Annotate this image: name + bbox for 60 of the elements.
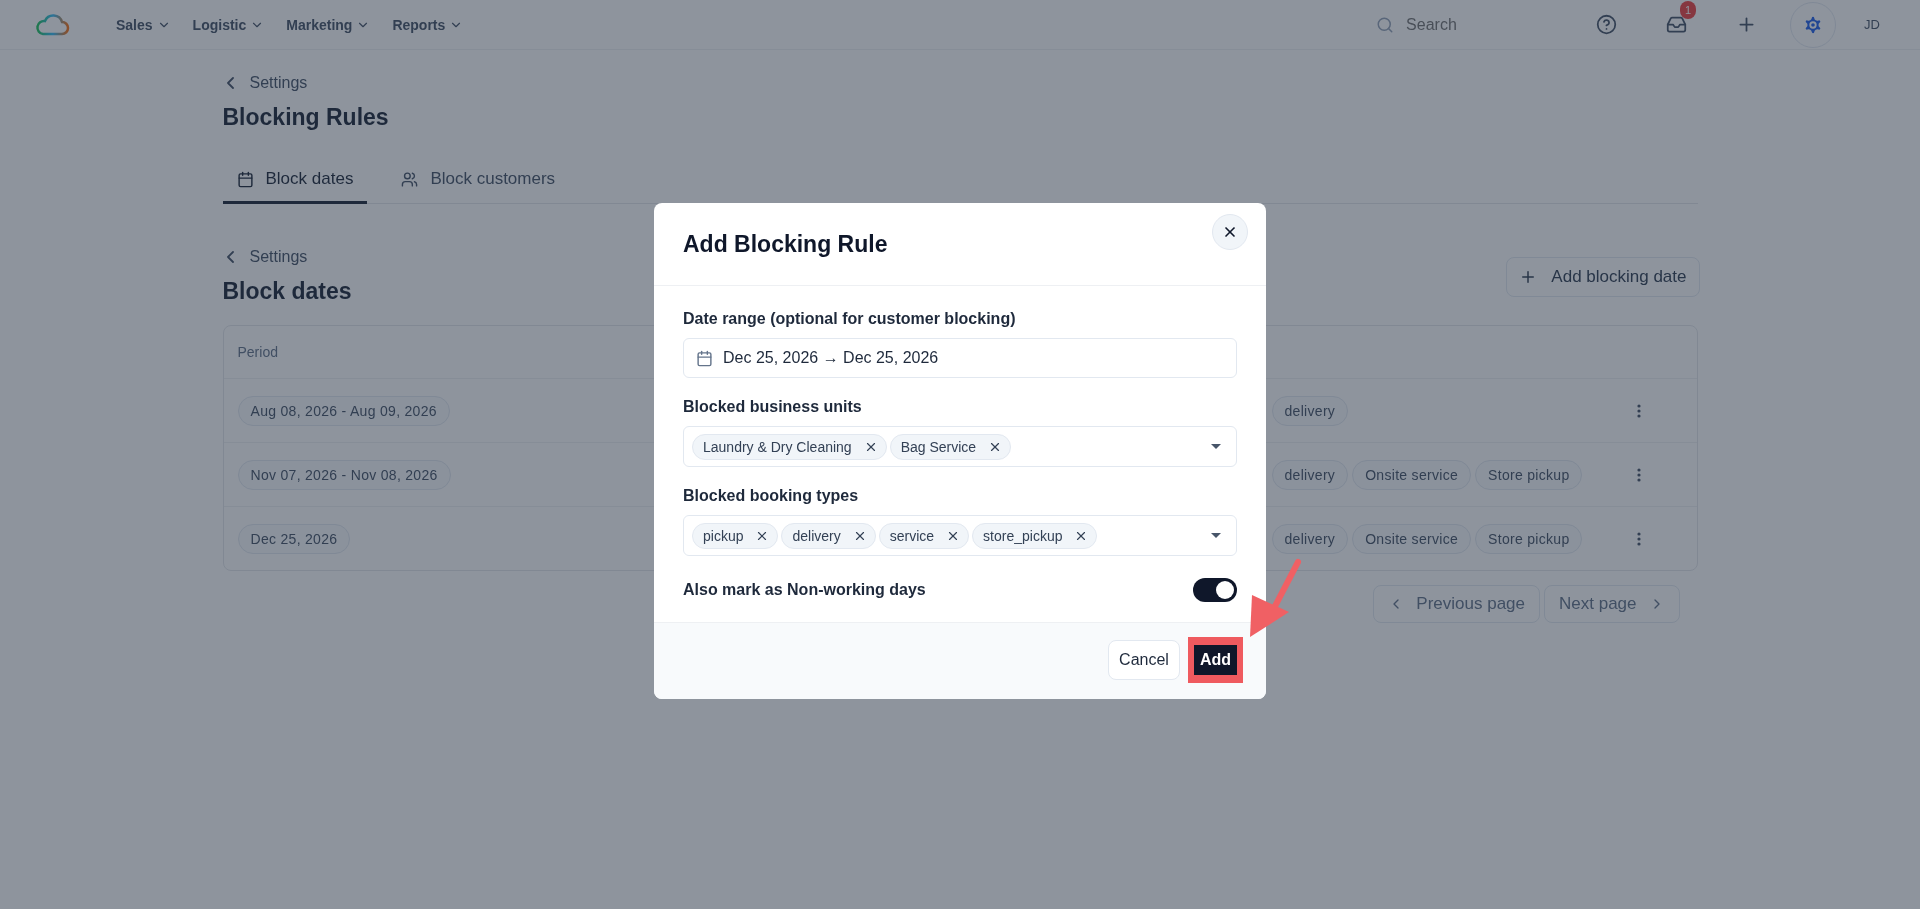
close-icon	[1222, 224, 1238, 240]
booking-type-chip: Onsite service	[1352, 459, 1472, 490]
search-icon	[1376, 15, 1395, 34]
previous-page-button[interactable]: Previous page	[1373, 585, 1540, 623]
nav-menu[interactable]: Logistic	[192, 16, 265, 33]
add-button[interactable]: Add	[1193, 645, 1237, 675]
period-chip: Nov 07, 2026 - Nov 08, 2026	[237, 459, 451, 490]
booking-type-chip: Onsite service	[1352, 523, 1472, 554]
notification-badge: 1	[1680, 0, 1697, 19]
selected-tag[interactable]: store_pickup	[972, 522, 1098, 549]
toggle-label: Also mark as Non-working days	[683, 581, 926, 599]
multi-select-field[interactable]: pickup delivery service store_pickup	[683, 515, 1237, 556]
inbox-icon	[1665, 14, 1687, 35]
period-chip: Aug 08, 2026 - Aug 09, 2026	[237, 395, 450, 426]
calendar-icon	[696, 349, 713, 367]
booking-type-chip: delivery	[1271, 459, 1349, 490]
user-initials[interactable]: JD	[1864, 17, 1880, 32]
chevron-left-icon	[226, 77, 234, 89]
multi-select-field[interactable]: Laundry & Dry Cleaning Bag Service	[683, 426, 1237, 467]
nav-menu[interactable]: Reports	[392, 16, 464, 33]
column-header: Period	[237, 344, 278, 360]
page-title: Blocking Rules	[222, 104, 390, 131]
kebab-icon	[1636, 403, 1641, 418]
dropdown-caret-icon	[1210, 531, 1222, 540]
booking-type-chip: delivery	[1271, 395, 1349, 426]
back-link[interactable]: Settings	[222, 248, 352, 266]
users-icon	[401, 170, 419, 188]
nav-menu[interactable]: Marketing	[286, 16, 371, 33]
dropdown-caret-icon	[1210, 442, 1222, 451]
dialog-title: Add Blocking Rule	[683, 230, 888, 258]
search-field[interactable]: Search	[1404, 14, 1539, 35]
chevron-left-icon	[226, 251, 234, 263]
toggle-switch[interactable]	[1193, 578, 1237, 602]
selected-tag[interactable]: Laundry & Dry Cleaning	[692, 433, 887, 460]
kebab-icon	[1636, 467, 1641, 482]
selected-tag[interactable]: pickup	[692, 522, 779, 549]
help-icon	[1595, 14, 1617, 35]
selected-tag[interactable]: delivery	[781, 522, 876, 549]
nav-menu[interactable]: Sales	[116, 16, 171, 33]
close-button[interactable]	[1212, 214, 1248, 250]
date-range-field[interactable]: Dec 25, 2026 → Dec 25, 2026	[683, 338, 1237, 378]
cancel-button[interactable]: Cancel	[1108, 640, 1180, 680]
cloud-logo-icon	[34, 12, 70, 37]
period-chip: Dec 25, 2026	[237, 523, 351, 554]
booking-type-chip: Store pickup	[1475, 459, 1583, 490]
field-label: Blocked business units	[683, 398, 863, 416]
selected-tag[interactable]: Bag Service	[889, 433, 1012, 460]
calendar-icon	[236, 170, 254, 188]
tab[interactable]: Block dates	[222, 161, 368, 204]
field-label: Date range (optional for customer blocking)	[683, 310, 1017, 328]
kebab-icon	[1636, 531, 1641, 546]
booking-type-chip: Store pickup	[1475, 523, 1583, 554]
selected-tag[interactable]: service	[878, 522, 970, 549]
next-page-button[interactable]: Next page	[1544, 585, 1680, 623]
back-link[interactable]: Settings	[222, 74, 1698, 92]
booking-type-chip: delivery	[1271, 523, 1349, 554]
add-blocking-date-button[interactable]: Add blocking date	[1506, 256, 1700, 297]
section-title: Block dates	[222, 278, 352, 305]
tab[interactable]: Block customers	[387, 161, 570, 204]
field-label: Blocked booking types	[683, 487, 860, 505]
